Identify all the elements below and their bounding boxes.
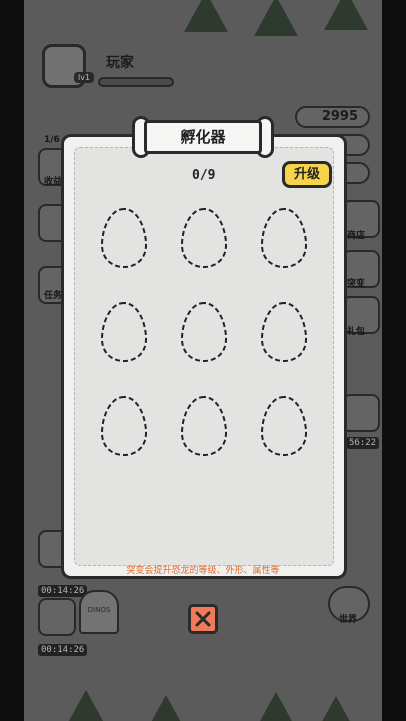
egg-slot[interactable] [100,395,148,457]
incubator-title: 孵化器 [144,120,262,154]
egg-outline-icon [100,207,148,269]
upgrade-button[interactable]: 升级 [282,161,332,188]
egg-outline-icon [100,301,148,363]
egg-outline-icon [180,207,228,269]
egg-outline-icon [180,395,228,457]
egg-slot[interactable] [260,301,308,363]
egg-outline-icon [180,301,228,363]
egg-slot[interactable] [180,301,228,363]
letterbox-right [382,0,406,721]
egg-outline-icon [100,395,148,457]
egg-slot[interactable] [180,207,228,269]
egg-slot[interactable] [100,301,148,363]
egg-slot[interactable] [180,395,228,457]
egg-count: 0/9 [192,168,216,183]
letterbox-left [0,0,24,721]
close-button[interactable] [188,604,218,634]
egg-outline-icon [260,395,308,457]
incubator-hint: 突变会提升恐龙的等级、外形、属性等 [126,566,280,576]
egg-slot[interactable] [260,207,308,269]
incubator-title-banner: 孵化器 [132,116,274,158]
egg-slot[interactable] [100,207,148,269]
egg-slot[interactable] [260,395,308,457]
egg-outline-icon [260,301,308,363]
close-icon [195,611,211,627]
egg-outline-icon [260,207,308,269]
